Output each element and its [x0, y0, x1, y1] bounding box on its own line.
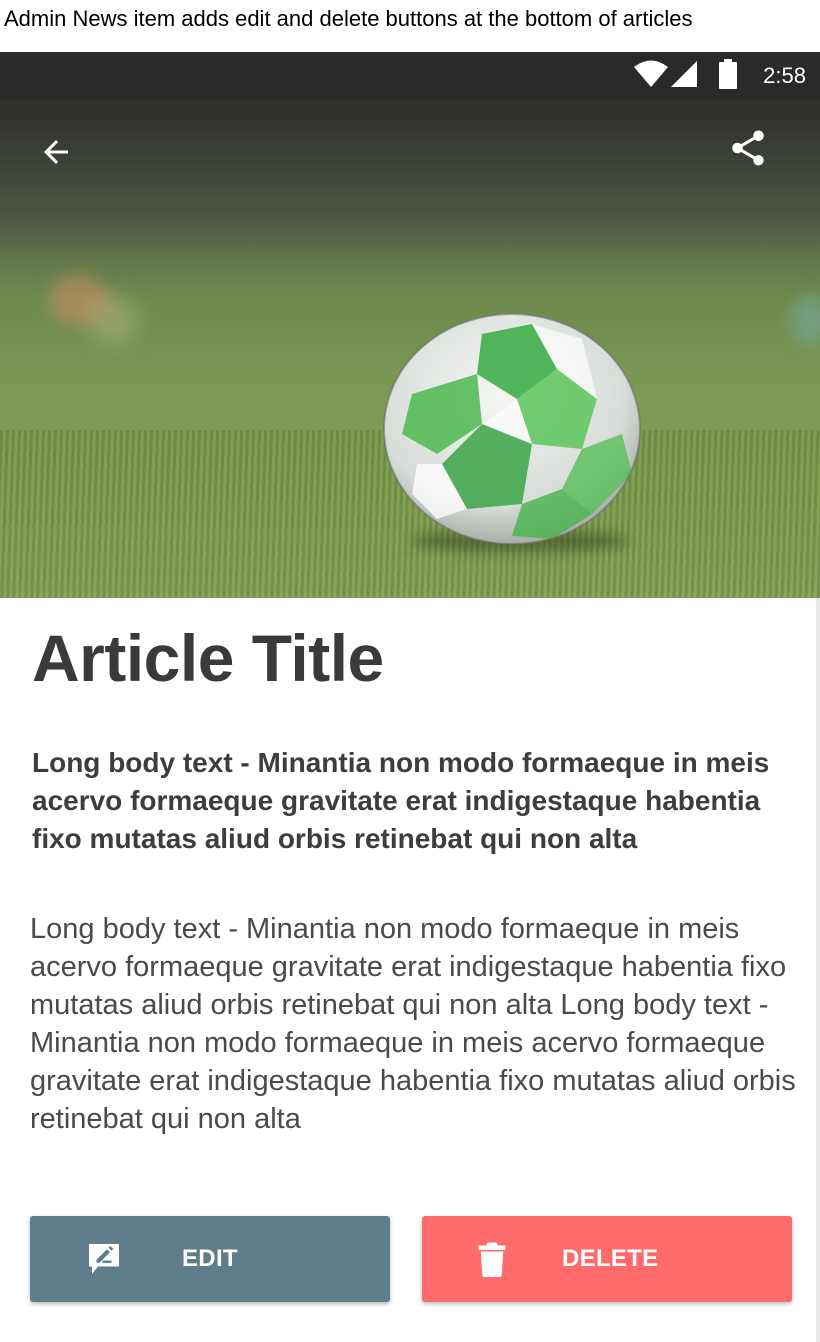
- hero-image: [0, 100, 820, 598]
- battery-icon: [719, 58, 738, 94]
- phone-screen: 2:58 Article Title Long body text - Mina…: [0, 52, 820, 1342]
- article-content: Article Title Long body text - Minantia …: [0, 598, 820, 1342]
- article-lead: Long body text - Minantia non modo forma…: [32, 747, 770, 854]
- share-button[interactable]: [720, 122, 776, 178]
- delete-button[interactable]: DELETE: [422, 1216, 792, 1302]
- edit-icon: [86, 1241, 122, 1277]
- status-bar: 2:58: [0, 52, 820, 100]
- trash-icon: [474, 1241, 510, 1277]
- edit-button-label: EDIT: [182, 1245, 238, 1272]
- article-title: Article Title: [32, 621, 384, 695]
- arrow-back-icon: [38, 134, 74, 175]
- status-icons: 2:58: [633, 52, 806, 100]
- soccer-ball-image: [383, 314, 641, 544]
- screenshot-caption: Admin News item adds edit and delete but…: [4, 6, 693, 31]
- cell-signal-icon: [669, 60, 699, 93]
- back-button[interactable]: [28, 126, 84, 182]
- delete-button-label: DELETE: [562, 1245, 659, 1272]
- wifi-icon: [633, 60, 669, 93]
- status-time: 2:58: [763, 63, 806, 88]
- share-icon: [727, 127, 769, 174]
- article-body: Long body text - Minantia non modo forma…: [30, 913, 796, 1135]
- edit-button[interactable]: EDIT: [30, 1216, 390, 1302]
